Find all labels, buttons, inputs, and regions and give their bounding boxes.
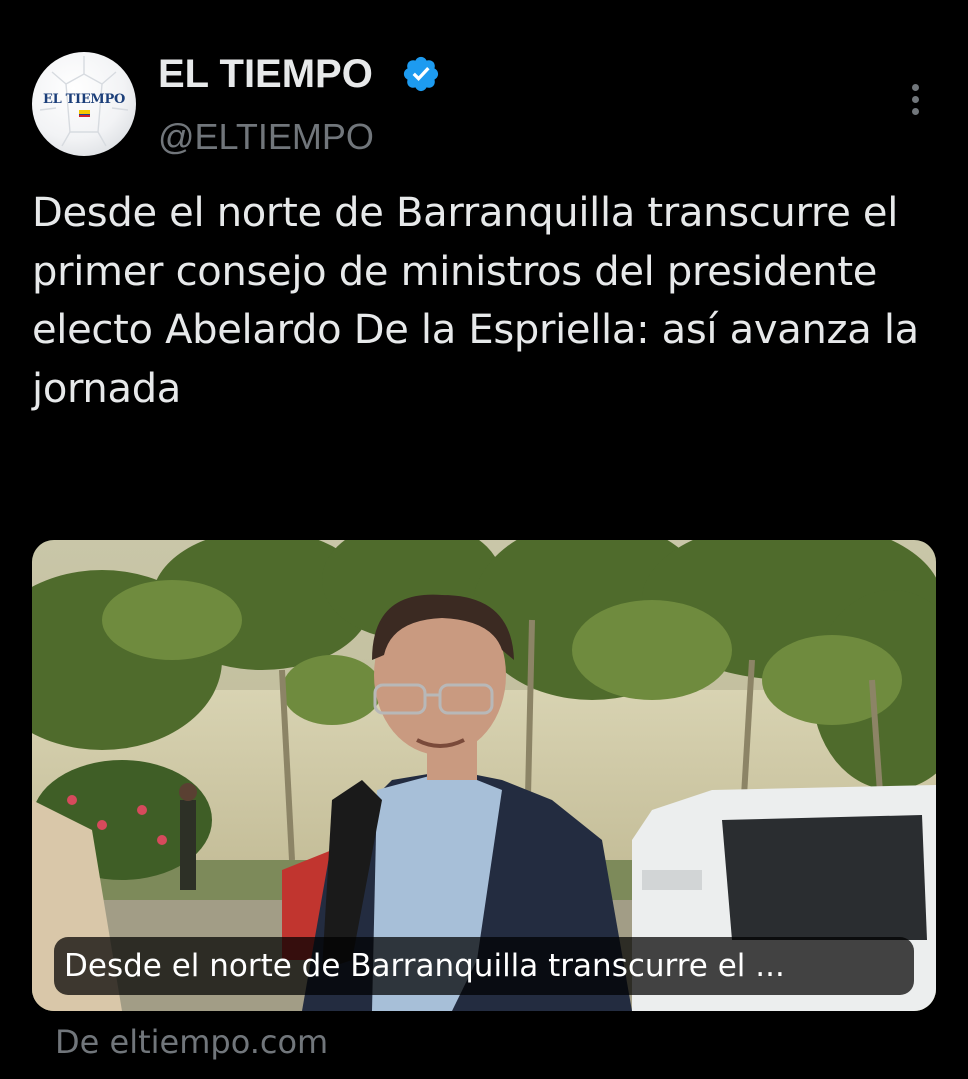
account-handle[interactable]: @ELTIEMPO xyxy=(158,115,374,159)
link-card[interactable]: Desde el norte de Barranquilla transcurr… xyxy=(32,540,936,1011)
more-options-button[interactable] xyxy=(902,84,928,124)
colombia-flag-icon xyxy=(79,110,90,117)
link-source[interactable]: De eltiempo.com xyxy=(55,1020,328,1064)
verified-badge-icon xyxy=(403,56,439,92)
display-name[interactable]: EL TIEMPO xyxy=(158,50,373,98)
avatar[interactable]: EL TIEMPO xyxy=(32,52,136,156)
tweet-text: Desde el norte de Barranquilla transcurr… xyxy=(32,190,919,412)
link-card-caption: Desde el norte de Barranquilla transcurr… xyxy=(54,937,914,995)
more-options-icon xyxy=(911,84,919,91)
avatar-logo-text: EL TIEMPO xyxy=(42,92,126,107)
